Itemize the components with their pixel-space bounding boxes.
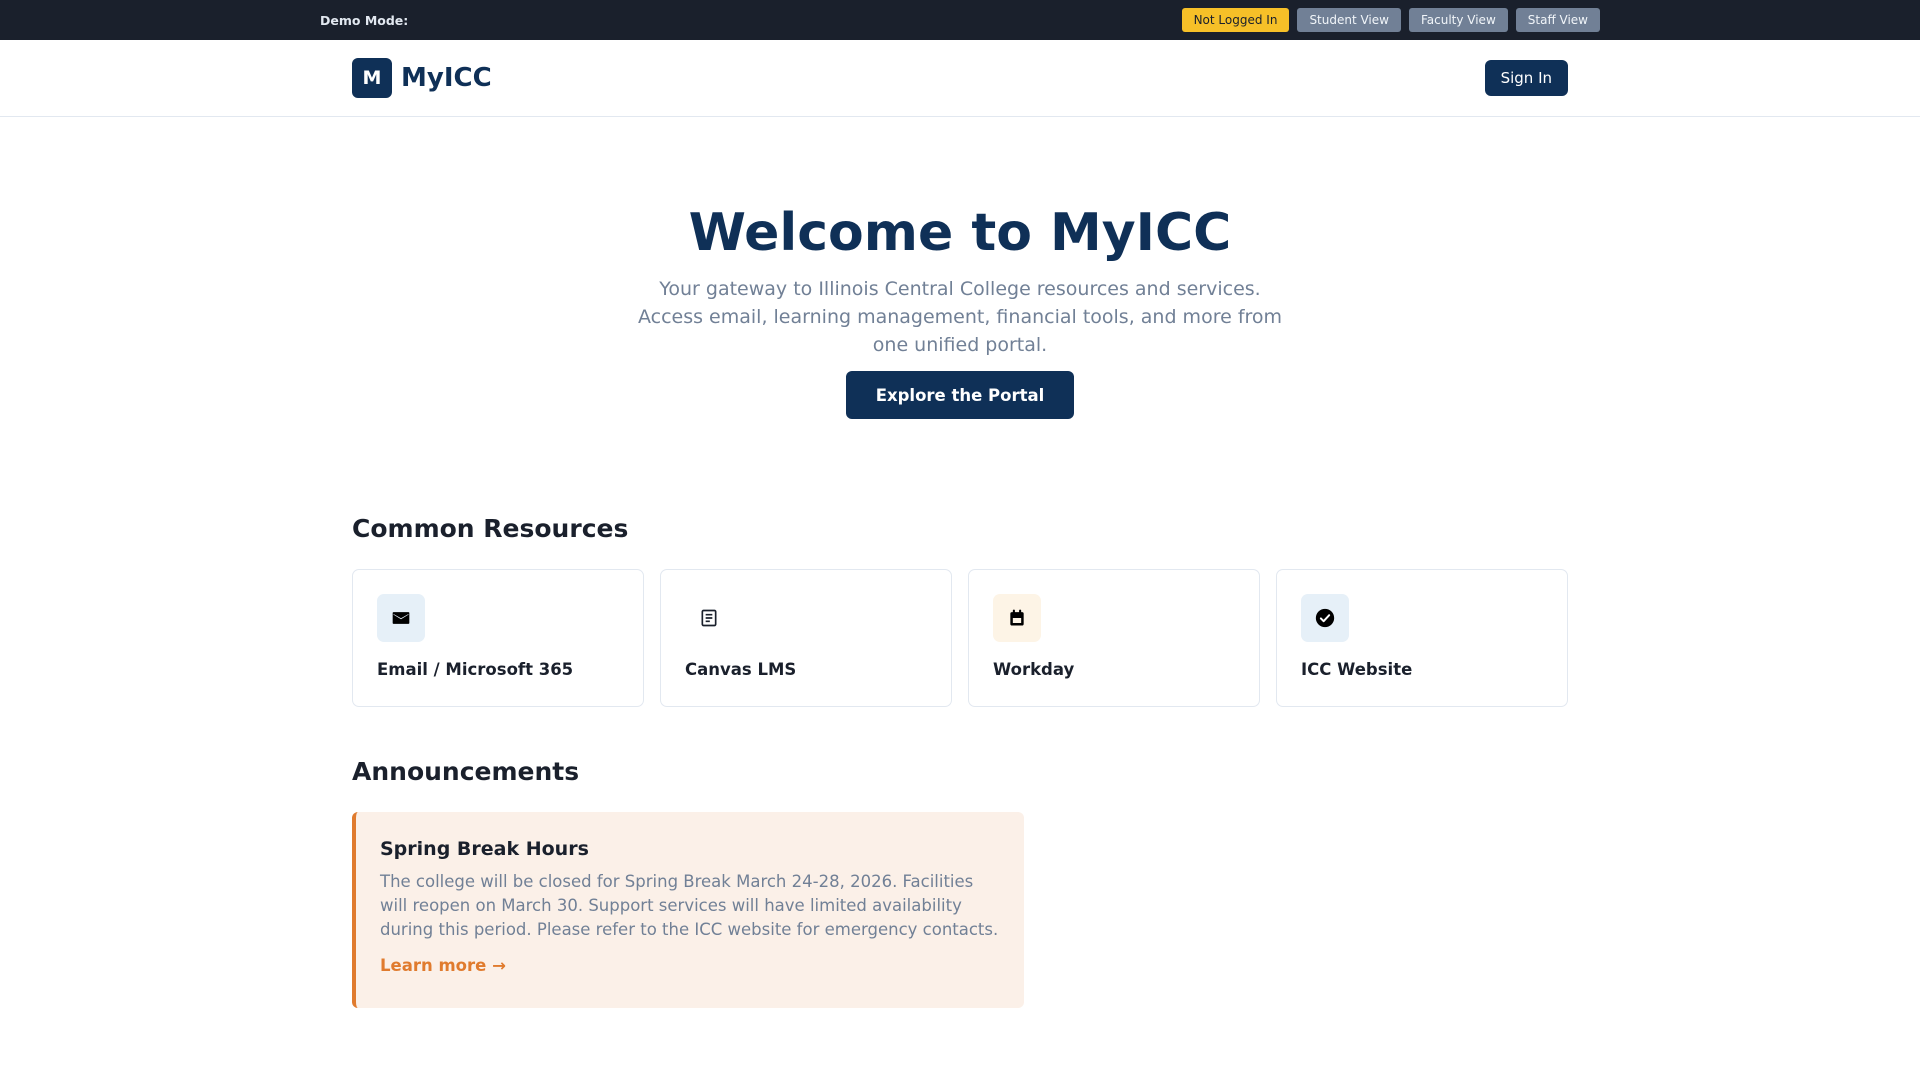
document-icon: [685, 594, 733, 642]
announcement-body: The college will be closed for Spring Br…: [380, 872, 999, 939]
demo-not-logged-in-button[interactable]: Not Logged In: [1181, 8, 1290, 32]
resource-card-email[interactable]: Email / Microsoft 365: [352, 569, 644, 707]
announcement-title: Spring Break Hours: [380, 838, 589, 860]
announcements-title: Announcements: [352, 757, 580, 786]
brand-link[interactable]: M MyICC: [352, 58, 492, 98]
demo-faculty-view-button[interactable]: Faculty View: [1408, 8, 1508, 32]
check-circle-icon: [1301, 594, 1349, 642]
calendar-icon: [993, 594, 1041, 642]
common-resources-section: Common Resources Email / Microsoft 365 C…: [352, 514, 1568, 707]
demo-staff-view-button[interactable]: Staff View: [1515, 8, 1600, 32]
hero-section: Welcome to MyICC Your gateway to Illinoi…: [0, 117, 1920, 419]
resource-card-label: Workday: [993, 660, 1075, 679]
demo-student-view-button[interactable]: Student View: [1297, 8, 1401, 32]
demo-mode-label: Demo Mode:: [320, 12, 409, 28]
learn-more-link[interactable]: Learn more →: [380, 956, 506, 975]
hero-title: Welcome to MyICC: [688, 203, 1232, 263]
resource-card-label: ICC Website: [1301, 660, 1413, 679]
resource-card-label: Canvas LMS: [685, 660, 797, 679]
announcement-card: Spring Break Hours The college will be c…: [352, 812, 1024, 1008]
announcements-section: Announcements Spring Break Hours The col…: [352, 757, 1568, 1008]
resource-card-canvas[interactable]: Canvas LMS: [660, 569, 952, 707]
resource-card-workday[interactable]: Workday: [968, 569, 1260, 707]
explore-portal-button[interactable]: Explore the Portal: [846, 371, 1074, 419]
mail-icon: [377, 594, 425, 642]
sign-in-button[interactable]: Sign In: [1484, 60, 1568, 96]
hero-subtitle: Your gateway to Illinois Central College…: [637, 278, 1283, 356]
demo-mode-bar: Demo Mode: Not Logged In Student View Fa…: [0, 0, 1920, 40]
demo-mode-buttons: Not Logged In Student View Faculty View …: [1181, 8, 1600, 32]
common-resources-title: Common Resources: [352, 514, 629, 543]
brand-name: MyICC: [401, 63, 492, 93]
resource-card-label: Email / Microsoft 365: [377, 660, 574, 679]
site-header: M MyICC Sign In: [0, 40, 1920, 117]
resource-card-icc-website[interactable]: ICC Website: [1276, 569, 1568, 707]
resource-cards: Email / Microsoft 365 Canvas LMS Workday…: [352, 569, 1568, 707]
brand-logo: M: [352, 58, 392, 98]
